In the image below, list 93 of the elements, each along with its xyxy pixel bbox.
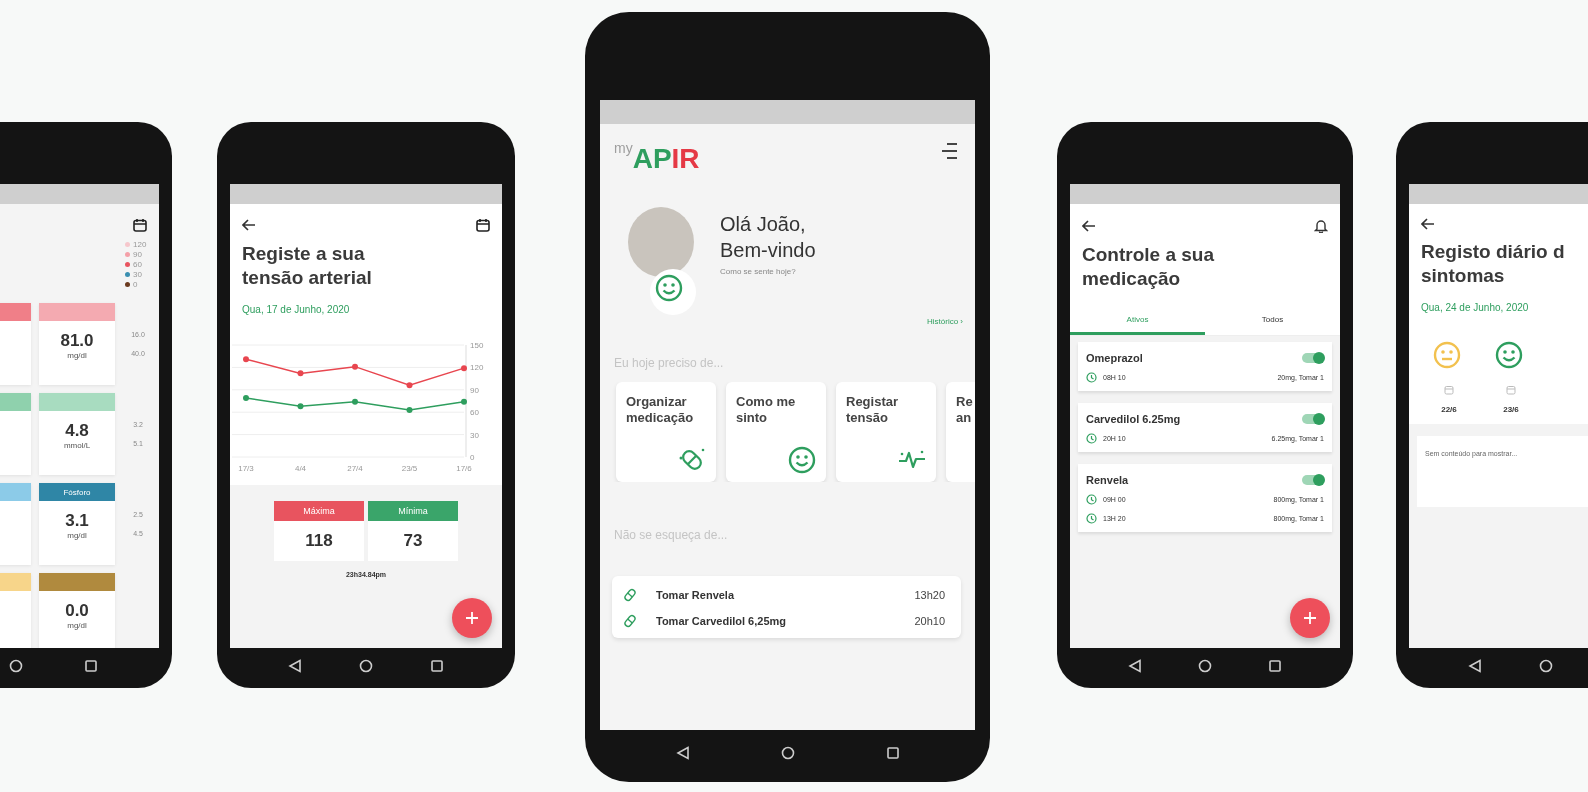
result-value: 3.1: [65, 511, 89, 531]
data-point: [243, 394, 249, 401]
circle-icon: [780, 746, 795, 760]
action-card[interactable]: Re an: [946, 382, 975, 482]
greeting-text: Bem-vindo: [720, 238, 816, 263]
pill-icon: [624, 614, 636, 628]
reminder-time: 20h10: [914, 615, 945, 627]
legend-label: 120: [133, 240, 148, 249]
axis-tick-label: 60: [470, 407, 479, 417]
circle-icon: [9, 659, 23, 673]
reading-value: 118: [305, 529, 333, 552]
axis-tick-label: 120: [470, 362, 484, 372]
data-point: [297, 369, 304, 376]
medication-name: Renvela: [1086, 473, 1129, 486]
subtitle-text: Como se sente hoje?: [720, 267, 797, 276]
square-icon: [429, 659, 444, 673]
clock-icon: [1086, 512, 1097, 524]
square-icon: [885, 746, 900, 760]
result-unit: mg/dl: [67, 351, 87, 360]
legend-label: 30: [133, 270, 143, 279]
reminder-time: 13h20: [914, 589, 945, 601]
page-title: Controle a sua medicação: [1081, 243, 1215, 291]
data-point: [297, 402, 304, 409]
page-title: Registo diário d sintomas: [1420, 240, 1566, 288]
clock-icon: [1086, 493, 1097, 505]
clock-icon: [1086, 432, 1097, 444]
triangle-icon: [288, 659, 303, 673]
toggle-switch[interactable]: [1302, 474, 1324, 485]
axis-tick-label: 4/4: [294, 463, 307, 473]
bell-icon: [1314, 218, 1328, 233]
medication-name: Omeprazol: [1086, 351, 1143, 364]
axis-tick-label: 17/6: [456, 463, 472, 473]
action-card[interactable]: Organizar medicação: [616, 382, 716, 482]
toggle-switch[interactable]: [1302, 413, 1324, 424]
axis-tick-label: 0: [470, 452, 475, 462]
square-icon: [1268, 659, 1282, 673]
triangle-icon: [1128, 659, 1142, 673]
data-point: [243, 355, 249, 362]
calendar-icon: [1506, 384, 1516, 395]
triangle-icon: [675, 746, 690, 760]
clock-icon: [1086, 371, 1097, 383]
action-card[interactable]: Registar tensão: [836, 382, 936, 482]
data-point: [352, 363, 358, 370]
result-value: 4.8: [65, 421, 89, 441]
date-label: Qua, 24 de Junho, 2020: [1420, 300, 1530, 315]
data-point: [461, 364, 467, 371]
axis-tick-label: 17/3: [238, 463, 254, 473]
axis-tick-label: 150: [470, 340, 484, 350]
axis-tick-label: 27/4: [347, 463, 363, 473]
data-point: [461, 398, 467, 405]
data-point: [406, 406, 413, 413]
reading-value: 73: [403, 529, 423, 552]
plus-icon: [1303, 611, 1317, 625]
axis-tick-label: 30: [470, 430, 479, 440]
calendar-icon: [133, 218, 147, 232]
back-arrow-icon: [1421, 218, 1435, 230]
circle-icon: [359, 659, 373, 673]
result-unit: mg/dl: [67, 531, 87, 540]
medication-name: Carvedilol 6.25mg: [1086, 412, 1181, 425]
result-unit: mmol/L: [63, 441, 91, 450]
reading-label: Máxima: [274, 500, 364, 521]
result-unit: mg/dl: [67, 621, 87, 630]
axis-tick-label: 23/5: [401, 463, 418, 473]
smiley-icon: [786, 444, 816, 474]
page-title: Registe a sua tensão arterial: [241, 242, 373, 290]
back-arrow-icon: [242, 219, 256, 231]
reminder-text: Tomar Carvedilol 6,25mg: [656, 615, 787, 627]
circle-icon: [1539, 659, 1553, 673]
toggle-switch[interactable]: [1302, 352, 1324, 363]
day-label: 22/6: [1441, 404, 1457, 414]
date-label: Qua, 17 de Junho, 2020: [241, 302, 351, 317]
greeting-text: Olá João,: [720, 212, 807, 237]
axis-tick-label: 90: [470, 385, 479, 395]
circle-icon: [1198, 659, 1212, 673]
reminder-text: Tomar Renvela: [656, 589, 736, 601]
result-value: 81.0: [60, 331, 94, 351]
square-icon: [84, 659, 99, 673]
triangle-icon: [1467, 659, 1482, 673]
data-point: [352, 398, 358, 405]
legend-label: 60: [133, 260, 143, 269]
pill-icon: [624, 588, 636, 602]
legend-label: 90: [133, 250, 143, 259]
calendar-icon: [1444, 384, 1454, 395]
data-point: [406, 381, 413, 388]
action-card[interactable]: Como me sinto: [726, 382, 826, 482]
legend-label: 0: [133, 280, 139, 289]
reading-label: Mínima: [368, 500, 458, 521]
calendar-icon: [476, 218, 490, 232]
day-label: 23/6: [1503, 404, 1519, 414]
plus-icon: [465, 611, 479, 625]
back-arrow-icon: [1082, 219, 1096, 232]
result-label: Fósforo: [39, 483, 115, 501]
result-value: 0.0: [65, 601, 89, 621]
